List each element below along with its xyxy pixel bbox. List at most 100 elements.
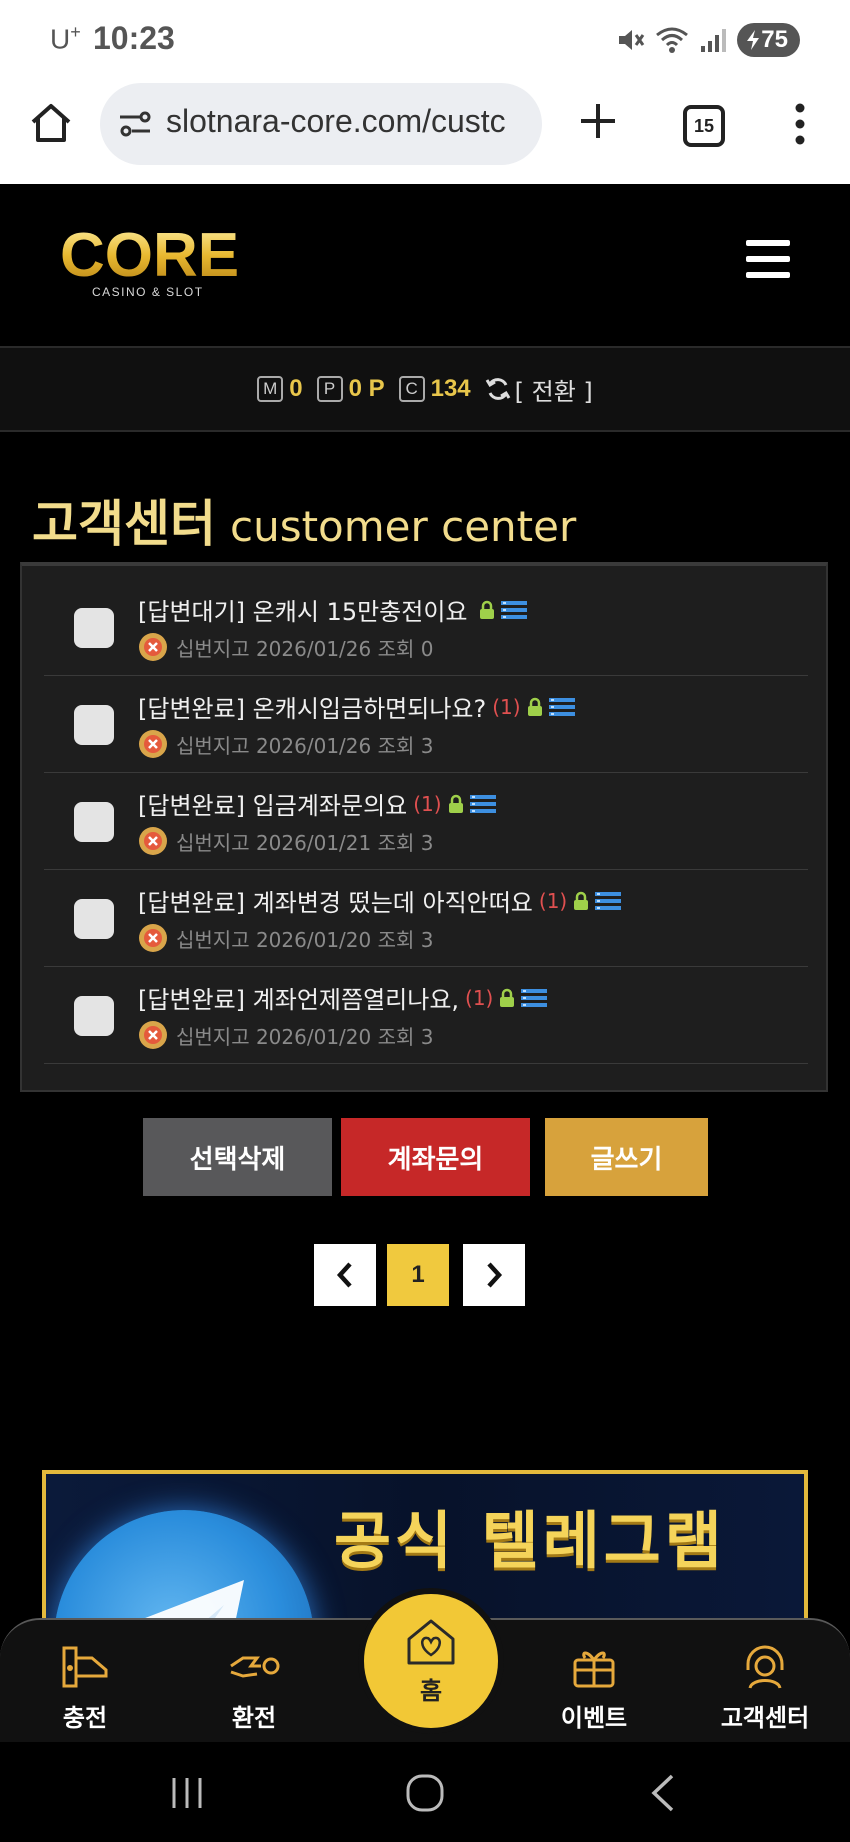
points-bar: M 0 P 0 P C 134 [ 전환 ] — [0, 346, 850, 432]
list-item[interactable]: [답변완료] 계좌언제쯤열리나요, (1) 십번지고 2026/01/20 조회… — [44, 966, 808, 1064]
item-meta: 십번지고 2026/01/26 조회 0 — [138, 632, 433, 662]
page-number-current[interactable]: 1 — [387, 1244, 449, 1306]
battery-indicator: 75 — [737, 23, 800, 57]
home-icon[interactable] — [28, 100, 74, 146]
item-title[interactable]: [답변완료] 입금계좌문의요 (1) — [138, 786, 496, 821]
list-item[interactable]: [답변완료] 계좌변경 떴는데 아직안떠요 (1) 십번지고 2026/01/2… — [44, 869, 808, 967]
exchange-icon — [230, 1656, 280, 1678]
lock-icon — [500, 988, 515, 1007]
avatar — [139, 1021, 167, 1049]
tab-switcher-button[interactable]: 15 — [683, 105, 725, 147]
more-menu-icon[interactable] — [790, 102, 810, 146]
select-checkbox[interactable] — [74, 608, 114, 648]
item-title[interactable]: [답변대기] 온캐시 15만충전이요 — [138, 592, 528, 627]
address-bar[interactable]: slotnara-core.com/custc — [100, 83, 542, 165]
wifi-icon — [656, 27, 689, 53]
prev-page-button[interactable] — [314, 1244, 376, 1306]
list-item[interactable]: [답변완료] 입금계좌문의요 (1) 십번지고 2026/01/21 조회 3 — [44, 772, 808, 870]
charge-icon — [62, 1646, 108, 1688]
money-icon: M — [257, 376, 284, 402]
next-page-button[interactable] — [463, 1244, 525, 1306]
list-icon — [501, 600, 528, 619]
item-title[interactable]: [답변완료] 계좌언제쯤열리나요, (1) — [138, 980, 548, 1015]
site-logo[interactable]: CORE CASINO & SLOT — [60, 220, 250, 300]
item-title[interactable]: [답변완료] 계좌변경 떴는데 아직안떠요 (1) — [138, 883, 622, 918]
site-settings-icon[interactable] — [118, 109, 152, 139]
svg-text:CORE: CORE — [60, 221, 239, 290]
avatar — [139, 730, 167, 758]
casino-icon: C — [398, 376, 425, 402]
chevron-right-icon — [487, 1262, 503, 1288]
lock-icon — [527, 697, 542, 716]
write-button[interactable]: 글쓰기 — [545, 1118, 708, 1196]
list-icon — [469, 794, 496, 813]
list-item[interactable]: [답변완료] 온캐시입금하면되나요? (1) 십번지고 2026/01/26 조… — [44, 675, 808, 773]
new-tab-icon[interactable] — [578, 98, 618, 144]
gift-icon — [573, 1651, 615, 1688]
carrier-label: U+ — [50, 22, 81, 55]
lock-icon — [448, 794, 463, 813]
page-title: 고객센터 customer center — [32, 484, 576, 556]
avatar — [139, 924, 167, 952]
clock: 10:23 — [93, 20, 175, 56]
switch-label: [ 전환 ] — [514, 377, 593, 406]
mute-icon — [619, 30, 645, 50]
page-title-ko: 고객센터 — [32, 495, 216, 553]
item-meta: 십번지고 2026/01/21 조회 3 — [138, 826, 433, 856]
back-icon[interactable] — [640, 1770, 690, 1816]
select-checkbox[interactable] — [74, 996, 114, 1036]
casino-value: 134 — [430, 375, 471, 402]
charging-icon — [747, 30, 760, 50]
nav-event[interactable]: 이벤트 — [534, 1640, 654, 1733]
point-icon: P — [316, 376, 343, 402]
list-icon — [521, 988, 548, 1007]
reply-count: (1) — [465, 985, 494, 1010]
chevron-left-icon — [336, 1262, 352, 1288]
item-title[interactable]: [답변완료] 온캐시입금하면되나요? (1) — [138, 689, 575, 724]
item-meta: 십번지고 2026/01/20 조회 3 — [138, 923, 433, 953]
money-value: 0 — [289, 375, 303, 402]
reply-count: (1) — [492, 694, 521, 719]
headset-icon — [746, 1645, 784, 1689]
list-icon — [548, 697, 575, 716]
banner-title: 공식 텔레그램 — [334, 1504, 726, 1577]
switch-button[interactable]: [ 전환 ] — [485, 372, 593, 407]
reply-count: (1) — [413, 791, 442, 816]
account-inquiry-button[interactable]: 계좌문의 — [341, 1118, 530, 1196]
refresh-icon — [485, 378, 510, 400]
list-item[interactable]: [답변대기] 온캐시 15만충전이요 십번지고 2026/01/26 조회 0 — [44, 578, 808, 676]
avatar — [139, 633, 167, 661]
site-header: CORE CASINO & SLOT — [0, 184, 850, 346]
recents-icon[interactable] — [162, 1770, 212, 1816]
point-value: 0 P — [348, 375, 385, 402]
money-balance: M 0 — [257, 375, 303, 403]
home-nav-icon[interactable] — [400, 1770, 450, 1816]
select-checkbox[interactable] — [74, 899, 114, 939]
svg-text:CASINO & SLOT: CASINO & SLOT — [92, 285, 204, 299]
system-nav-bar — [0, 1742, 850, 1842]
lock-icon — [480, 600, 495, 619]
status-bar: U+ 10:23 75 — [0, 0, 850, 78]
delete-selected-button[interactable]: 선택삭제 — [143, 1118, 332, 1196]
home-heart-icon — [407, 1619, 455, 1664]
nav-home[interactable]: 홈 — [358, 1588, 504, 1734]
nav-charge[interactable]: 충전 — [25, 1640, 145, 1733]
nav-support[interactable]: 고객센터 — [705, 1640, 825, 1733]
menu-button[interactable] — [746, 240, 790, 278]
item-meta: 십번지고 2026/01/20 조회 3 — [138, 1020, 433, 1050]
page-title-en: customer center — [230, 502, 577, 551]
status-icons: 75 — [615, 20, 800, 60]
item-meta: 십번지고 2026/01/26 조회 3 — [138, 729, 433, 759]
select-checkbox[interactable] — [74, 705, 114, 745]
inquiry-list: [답변대기] 온캐시 15만충전이요 십번지고 2026/01/26 조회 0 … — [20, 562, 828, 1092]
avatar — [139, 827, 167, 855]
reply-count: (1) — [538, 888, 568, 913]
point-balance: P 0 P — [316, 375, 385, 403]
nav-exchange[interactable]: 환전 — [194, 1640, 314, 1733]
browser-toolbar: slotnara-core.com/custc 15 — [0, 78, 850, 184]
action-buttons: 선택삭제 계좌문의 글쓰기 — [143, 1118, 708, 1196]
select-checkbox[interactable] — [74, 802, 114, 842]
url-text: slotnara-core.com/custc — [166, 103, 506, 139]
list-icon — [595, 891, 622, 910]
lock-icon — [574, 891, 589, 910]
